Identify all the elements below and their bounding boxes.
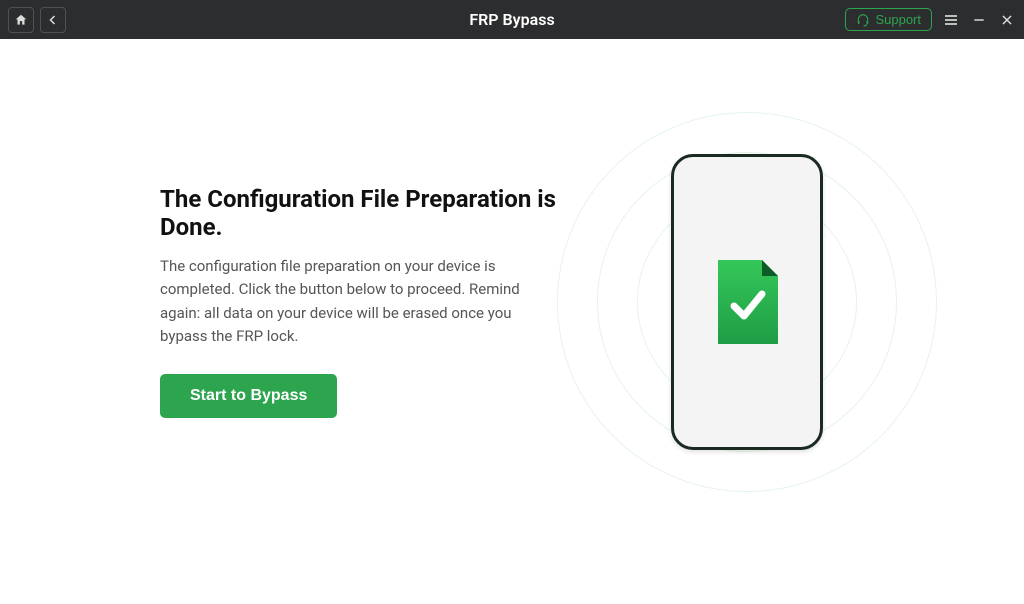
support-label: Support xyxy=(875,12,921,27)
minimize-icon xyxy=(972,13,986,27)
hamburger-icon xyxy=(943,12,959,28)
minimize-button[interactable] xyxy=(970,11,988,29)
close-icon xyxy=(1000,13,1014,27)
text-area: The Configuration File Preparation is Do… xyxy=(160,185,600,418)
back-button[interactable] xyxy=(40,7,66,33)
phone-outline xyxy=(671,154,823,450)
titlebar: FRP Bypass Support xyxy=(0,0,1024,39)
titlebar-left xyxy=(8,7,66,33)
document-check-icon xyxy=(716,260,778,344)
app-title: FRP Bypass xyxy=(469,10,554,29)
main-content: The Configuration File Preparation is Do… xyxy=(0,39,1024,604)
support-button[interactable]: Support xyxy=(845,8,932,31)
start-bypass-button[interactable]: Start to Bypass xyxy=(160,374,337,418)
menu-button[interactable] xyxy=(942,11,960,29)
headset-icon xyxy=(856,13,870,27)
page-heading: The Configuration File Preparation is Do… xyxy=(160,185,600,241)
close-button[interactable] xyxy=(998,11,1016,29)
home-button[interactable] xyxy=(8,7,34,33)
back-icon xyxy=(47,14,59,26)
illustration xyxy=(600,132,894,472)
titlebar-right: Support xyxy=(845,8,1016,31)
home-icon xyxy=(14,13,28,27)
page-description: The configuration file preparation on yo… xyxy=(160,255,540,348)
